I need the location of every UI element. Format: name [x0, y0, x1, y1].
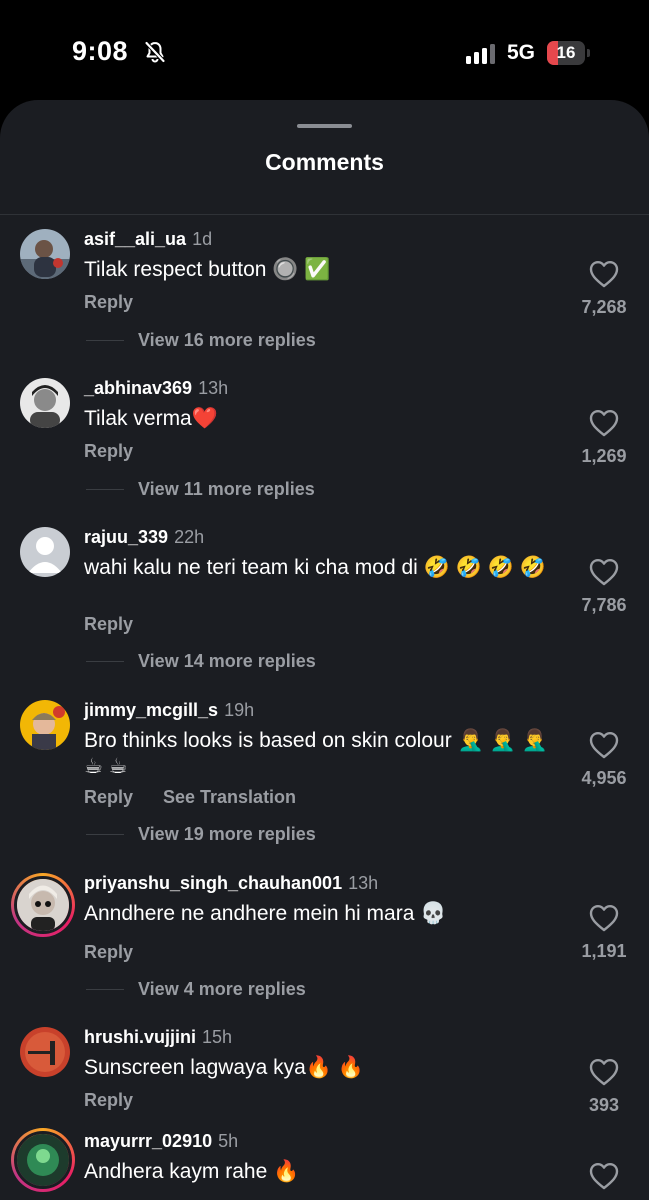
heart-outline-icon[interactable]: [589, 409, 619, 437]
view-replies-button[interactable]: View 19 more replies: [138, 824, 316, 845]
avatar[interactable]: [20, 378, 70, 428]
battery-icon: 16: [547, 41, 591, 65]
comment-time: 13h: [348, 873, 379, 893]
cellular-signal-icon: [466, 44, 495, 64]
view-replies-button[interactable]: View 11 more replies: [138, 479, 315, 500]
avatar[interactable]: [20, 527, 70, 577]
reply-button[interactable]: Reply: [84, 292, 133, 313]
comment-text: Bro thinks looks is based on skin colour…: [84, 729, 548, 778]
comment-time: 1d: [192, 229, 213, 249]
see-translation-button[interactable]: See Translation: [163, 787, 296, 808]
reply-button[interactable]: Reply: [84, 614, 133, 635]
view-replies-button[interactable]: View 14 more replies: [138, 651, 316, 672]
comment-time: 13h: [198, 378, 229, 398]
heart-outline-icon[interactable]: [589, 731, 619, 759]
comment-text: Sunscreen lagwaya kya🔥 🔥: [84, 1056, 364, 1079]
status-time: 9:08: [72, 36, 129, 66]
comment-text: Tilak respect button 🔘 ✅: [84, 258, 331, 281]
sheet-grabber[interactable]: [297, 124, 352, 128]
comment-username[interactable]: jimmy_mcgill_s 19h: [84, 700, 254, 721]
view-replies-button[interactable]: View 4 more replies: [138, 979, 306, 1000]
heart-outline-icon[interactable]: [589, 1162, 619, 1190]
comment-time: 5h: [218, 1131, 239, 1151]
replies-divider: [86, 340, 124, 341]
avatar-with-story-ring[interactable]: [11, 1128, 75, 1192]
heart-outline-icon[interactable]: [589, 260, 619, 288]
reply-button[interactable]: Reply: [84, 1090, 133, 1111]
reply-button[interactable]: Reply: [84, 942, 133, 963]
comment-username[interactable]: priyanshu_singh_chauhan001 13h: [84, 873, 378, 894]
replies-divider: [86, 834, 124, 835]
network-type: 5G: [507, 41, 536, 64]
sheet-title: Comments: [265, 149, 384, 175]
comment-time: 22h: [174, 527, 205, 547]
comment-username[interactable]: hrushi.vujjini 15h: [84, 1027, 232, 1048]
heart-outline-icon[interactable]: [589, 558, 619, 586]
like-count: 4,956: [581, 768, 627, 788]
reply-button[interactable]: Reply: [84, 787, 133, 808]
header-divider: [0, 214, 649, 215]
like-count: 393: [588, 1095, 620, 1115]
avatar-with-story-ring[interactable]: [11, 873, 75, 937]
heart-outline-icon[interactable]: [589, 904, 619, 932]
comment-time: 19h: [224, 700, 255, 720]
like-count: 1,269: [581, 446, 627, 466]
comment-time: 15h: [202, 1027, 233, 1047]
like-count: 7,268: [581, 297, 627, 317]
avatar[interactable]: [20, 1027, 70, 1077]
heart-outline-icon[interactable]: [589, 1058, 619, 1086]
avatar[interactable]: [20, 700, 70, 750]
comment-text: wahi kalu ne teri team ki cha mod di 🤣 🤣…: [84, 556, 546, 579]
battery-level-text: 16: [556, 43, 576, 62]
comment-text: Anndhere ne andhere mein hi mara 💀: [84, 902, 447, 925]
comment-username[interactable]: _abhinav369 13h: [84, 378, 228, 399]
replies-divider: [86, 489, 124, 490]
comments-sheet: Comments asif__ali_ua 1d Tilak respect bu…: [0, 100, 649, 1200]
view-replies-button[interactable]: View 16 more replies: [138, 330, 316, 351]
comment-username[interactable]: mayurrr_02910 5h: [84, 1131, 238, 1152]
comment-text: Tilak verma❤️: [84, 407, 218, 430]
bell-slash-icon: [145, 41, 165, 63]
reply-button[interactable]: Reply: [84, 441, 133, 462]
comment-username[interactable]: asif__ali_ua 1d: [84, 229, 212, 250]
status-bar: 9:08 5G 16: [0, 0, 649, 100]
avatar[interactable]: [20, 229, 70, 279]
like-count: 7,786: [581, 595, 627, 615]
replies-divider: [86, 989, 124, 990]
replies-divider: [86, 661, 124, 662]
comment-username[interactable]: rajuu_339 22h: [84, 527, 204, 548]
like-count: 1,191: [581, 941, 627, 961]
comment-text: Andhera kaym rahe 🔥: [84, 1160, 300, 1183]
